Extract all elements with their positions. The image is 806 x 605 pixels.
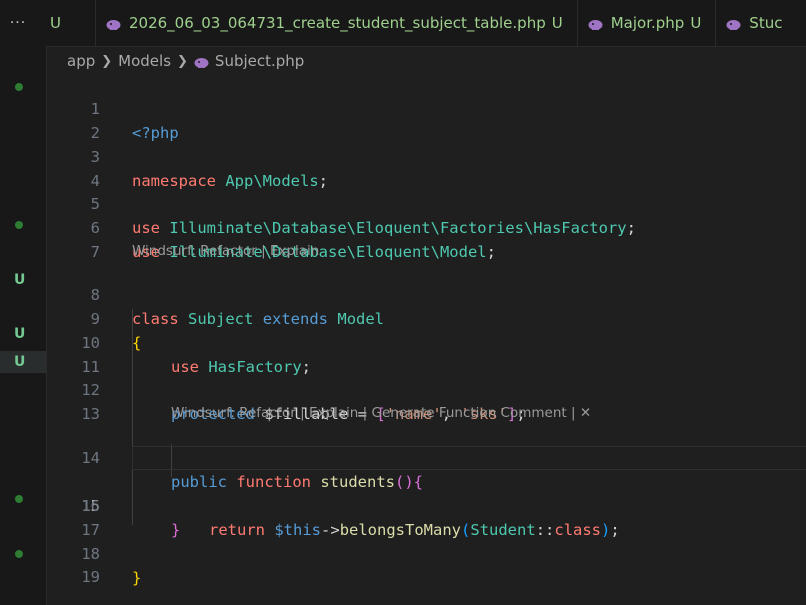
- code-line: 6 use Illuminate\Database\Eloquent\Model…: [47, 192, 806, 261]
- code-line: 5 use Illuminate\Database\Eloquent\Facto…: [47, 168, 806, 237]
- php-elephant-icon: [106, 17, 121, 30]
- tab-major[interactable]: Major.php U: [577, 0, 717, 46]
- git-change-dot: [15, 221, 23, 229]
- tab-1[interactable]: U: [36, 0, 96, 46]
- current-line-highlight: [132, 446, 806, 470]
- line-number: 19: [81, 568, 100, 586]
- tab-bar: ··· U 2026_06_03_064731_create_student_s…: [0, 0, 806, 47]
- code-line: 12 protected $fillable = ['name', 'sks']…: [47, 354, 806, 423]
- tab-label: Major.php: [610, 14, 685, 32]
- codelens-method[interactable]: Windsurf: Refactor | Explain | Generate …: [171, 403, 591, 423]
- source-control-gutter: U U U: [0, 46, 47, 605]
- git-change-dot: [15, 550, 23, 558]
- code-line: 4: [47, 145, 806, 190]
- tab-student[interactable]: Stuc: [716, 0, 797, 46]
- editor-window: ··· U 2026_06_03_064731_create_student_s…: [0, 0, 806, 605]
- code-line: 11: [47, 331, 806, 376]
- git-change-dot: [15, 83, 23, 91]
- php-elephant-icon: [726, 17, 741, 30]
- code-line: 8 class Subject extends Model: [47, 259, 806, 328]
- code-line: 10 use HasFactory;: [47, 307, 806, 376]
- tab-migration[interactable]: 2026_06_03_064731_create_student_subject…: [95, 0, 578, 46]
- code-line: 3 namespace App\Models;: [47, 121, 806, 190]
- code-text: }: [132, 569, 142, 587]
- code-line: 7: [47, 216, 806, 261]
- php-elephant-icon: [194, 55, 209, 68]
- git-untracked-marker-active[interactable]: U: [0, 351, 46, 373]
- tab-label: 2026_06_03_064731_create_student_subject…: [128, 14, 546, 32]
- code-line: 17: [47, 494, 806, 539]
- breadcrumb: app ❯ Models ❯ Subject.php: [67, 50, 304, 72]
- tab-modified-badge: U: [551, 14, 563, 32]
- code-line: 19: [47, 541, 806, 586]
- tab-label: Stuc: [749, 14, 783, 32]
- code-line: 13: [47, 378, 806, 423]
- code-line: 18 }: [47, 518, 806, 587]
- codelens-class[interactable]: Windsurf: Refactor | Explain: [132, 241, 319, 261]
- code-editor[interactable]: 1 <?php 2 3 namespace App\Models; 4 5 us…: [47, 72, 806, 605]
- code-line: 16 }: [47, 470, 806, 539]
- code-line: 9 {: [47, 283, 806, 352]
- code-line-current: 15 return $this->belongsToMany(Student::…: [47, 446, 806, 539]
- git-untracked-marker: U: [14, 272, 26, 288]
- tab-modified-badge: U: [690, 14, 702, 32]
- more-tabs-button[interactable]: ···: [0, 0, 36, 46]
- breadcrumb-app[interactable]: app: [67, 52, 95, 70]
- chevron-right-icon: ❯: [101, 53, 113, 69]
- chevron-right-icon: ❯: [177, 53, 188, 69]
- code-line: 14 public function students(){: [47, 422, 806, 491]
- tab-1-modified-badge: U: [50, 14, 61, 32]
- git-change-dot: [15, 495, 23, 503]
- code-line: 2: [47, 97, 806, 142]
- git-untracked-marker: U: [14, 326, 26, 342]
- breadcrumb-models[interactable]: Models: [118, 52, 171, 70]
- breadcrumb-file[interactable]: Subject.php: [215, 52, 304, 70]
- code-line: 1 <?php: [47, 73, 806, 142]
- php-elephant-icon: [588, 17, 603, 30]
